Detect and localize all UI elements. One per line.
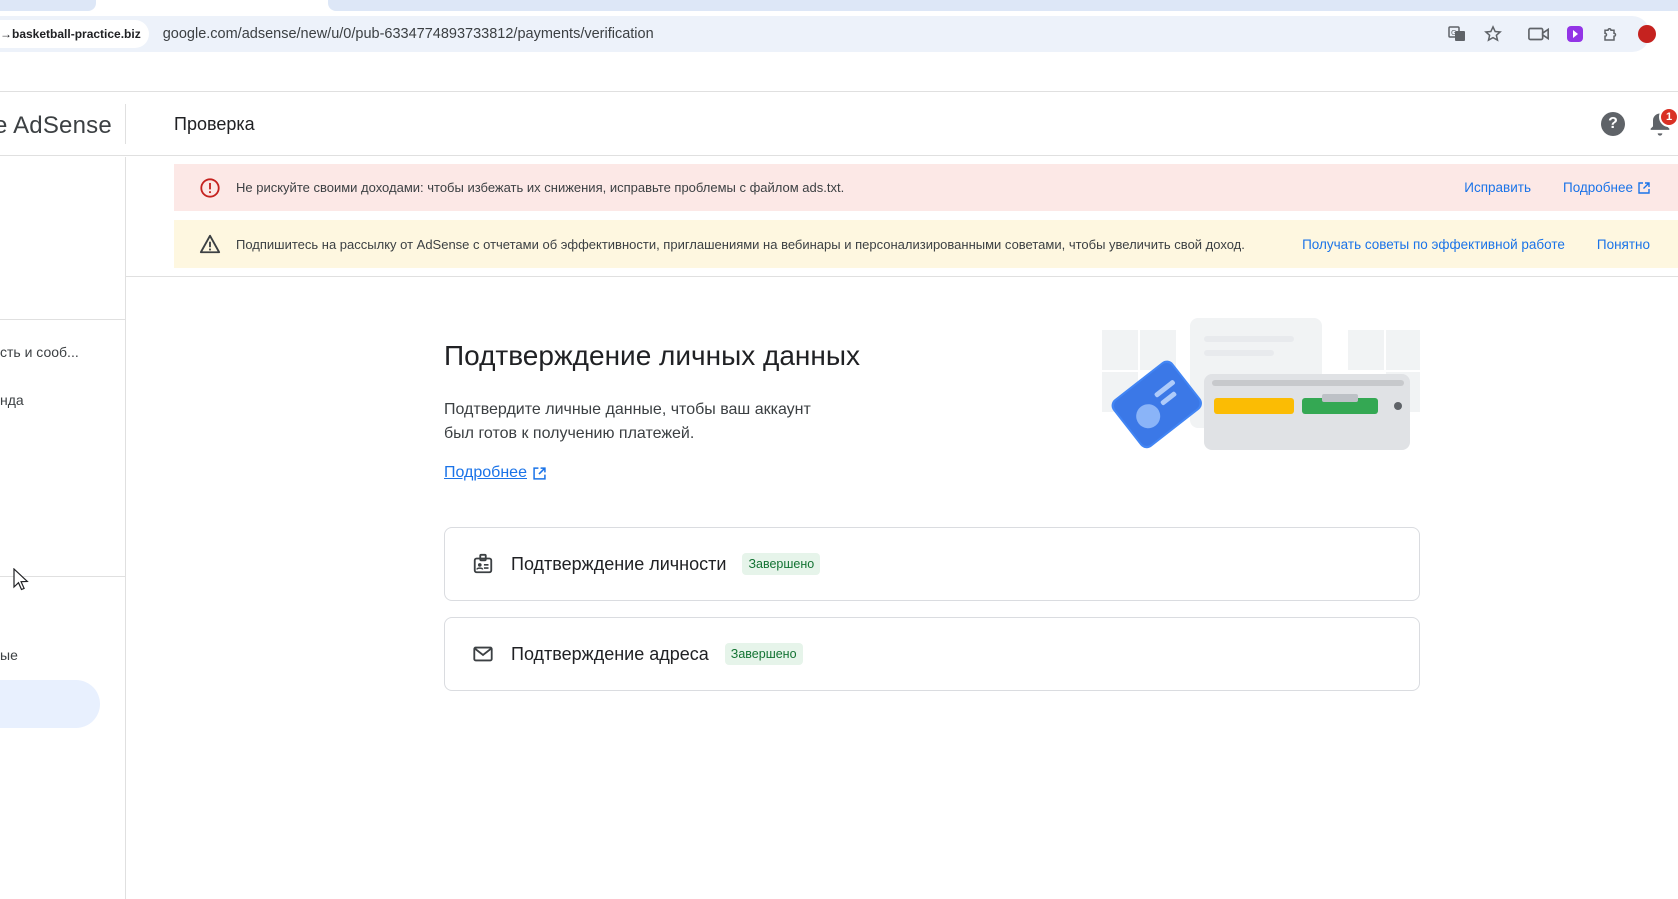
- newsletter-banner: Подпишитесь на рассылку от AdSense с отч…: [174, 220, 1678, 268]
- sidebar: сть и сооб... нда ые: [0, 157, 126, 899]
- verification-learn-more-label: Подробнее: [444, 464, 527, 481]
- browser-tab[interactable]: [0, 0, 96, 11]
- translate-icon[interactable]: G: [1446, 23, 1468, 45]
- app-header: e AdSense Проверка ? 1: [0, 91, 1678, 156]
- help-icon[interactable]: ?: [1601, 112, 1625, 136]
- sidebar-item-2[interactable]: нда: [0, 392, 24, 408]
- identity-verification-title: Подтверждение личности: [511, 553, 727, 574]
- verification-description: Подтвердите личные данные, чтобы ваш акк…: [444, 401, 811, 442]
- address-bar-actions: G: [1432, 16, 1656, 52]
- url-text[interactable]: google.com/adsense/new/u/0/pub-633477489…: [163, 26, 654, 42]
- sidebar-item-3[interactable]: ые: [0, 647, 18, 663]
- external-link-icon: [1638, 181, 1650, 194]
- address-bar[interactable]: →basketball-practice.biz google.com/adse…: [0, 16, 1656, 52]
- sidebar-item-1[interactable]: сть и сооб...: [0, 344, 79, 360]
- sidebar-divider: [0, 319, 126, 320]
- star-icon[interactable]: [1482, 23, 1504, 45]
- warning-icon: [198, 232, 222, 256]
- brand-logo[interactable]: e AdSense: [0, 112, 112, 140]
- dismiss-button[interactable]: Понятно: [1597, 237, 1650, 252]
- extension-purple-icon[interactable]: [1564, 23, 1586, 45]
- status-badge: Завершено: [724, 643, 803, 665]
- profile-icon[interactable]: [1638, 25, 1656, 43]
- id-card-icon: [471, 552, 495, 576]
- address-verification-title: Подтверждение адреса: [511, 643, 709, 664]
- error-banner-text: Не рискуйте своими доходами: чтобы избеж…: [236, 180, 845, 195]
- identity-verification-card[interactable]: Подтверждение личности Завершено: [444, 527, 1420, 601]
- newsletter-banner-text: Подпишитесь на рассылку от AdSense с отч…: [236, 236, 1245, 252]
- content-divider: [126, 276, 1678, 277]
- external-link-icon: [533, 466, 546, 480]
- subscribe-tips-button[interactable]: Получать советы по эффективной работе: [1302, 237, 1565, 252]
- fix-button[interactable]: Исправить: [1464, 180, 1531, 195]
- status-badge: Завершено: [742, 553, 821, 575]
- address-verification-card[interactable]: Подтверждение адреса Завершено: [444, 617, 1420, 691]
- puzzle-icon[interactable]: [1600, 23, 1622, 45]
- verification-learn-more-link[interactable]: Подробнее: [444, 464, 546, 482]
- id-verification-illustration: [1102, 318, 1420, 450]
- error-icon: [198, 176, 222, 200]
- camera-icon[interactable]: [1528, 23, 1550, 45]
- learn-more-label: Подробнее: [1562, 180, 1633, 195]
- notification-badge: 1: [1659, 107, 1678, 127]
- learn-more-link[interactable]: Подробнее: [1563, 180, 1650, 195]
- site-chip[interactable]: →basketball-practice.biz: [0, 20, 149, 48]
- header-divider: [125, 104, 126, 144]
- verification-heading: Подтверждение личных данных: [444, 340, 860, 371]
- sidebar-item-active[interactable]: [0, 680, 100, 728]
- page-title: Проверка: [174, 114, 255, 134]
- browser-tab-strip-fill: [328, 0, 1678, 11]
- ads-txt-error-banner: Не рискуйте своими доходами: чтобы избеж…: [174, 164, 1678, 211]
- mail-icon: [471, 642, 495, 666]
- svg-text:G: G: [1451, 29, 1456, 37]
- tab-strip: [0, 0, 1678, 12]
- mouse-cursor-icon: [13, 568, 29, 591]
